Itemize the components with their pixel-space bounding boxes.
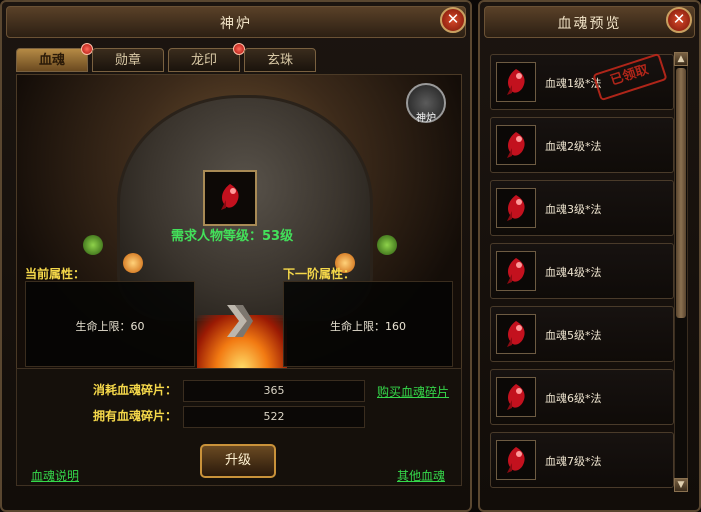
blood-soul-slot[interactable] [203, 170, 257, 226]
blood-soul-gem-icon [507, 384, 525, 410]
item-icon-slot [496, 188, 536, 228]
jade-ornament-icon [377, 235, 397, 255]
own-value: 522 [183, 406, 365, 428]
arrow-right-icon [227, 305, 253, 337]
list-item-label: 血魂3级*法 [545, 203, 602, 216]
list-item[interactable]: 血魂6级*法 [490, 369, 674, 425]
consume-label: 消耗血魂碎片： [93, 383, 178, 397]
scrollbar-thumb[interactable] [676, 68, 686, 318]
tab-blood-soul[interactable]: 血魂 [16, 43, 93, 72]
list-item[interactable]: 血魂2级*法 [490, 117, 674, 173]
list-item-label: 血魂5级*法 [545, 329, 602, 342]
list-item[interactable]: 血魂1级*法 已领取 [490, 52, 674, 110]
current-attr-heading: 当前属性： [25, 267, 86, 281]
preview-title: 血魂预览 [557, 16, 622, 32]
item-icon-slot [496, 251, 536, 291]
list-item[interactable]: 血魂4级*法 [490, 243, 674, 299]
furnace-title: 神炉 [220, 16, 252, 32]
consume-value: 365 [183, 380, 365, 402]
claimed-stamp: 已领取 [592, 52, 668, 102]
lantern-icon [123, 253, 143, 273]
list-item-label: 血魂7级*法 [545, 455, 602, 468]
blood-soul-gem-icon [507, 447, 525, 473]
item-icon-slot [496, 314, 536, 354]
tab-label: 龙印 [190, 53, 217, 68]
item-icon-slot [496, 377, 536, 417]
furnace-titlebar: 神炉 [6, 6, 466, 38]
blood-soul-gem-icon [507, 258, 525, 284]
list-item-label: 血魂2级*法 [545, 140, 602, 153]
list-item[interactable]: 血魂5级*法 [490, 306, 674, 362]
required-level-text: 需求人物等级：53级 [171, 229, 294, 244]
current-attr-box: 生命上限：60 [25, 281, 195, 367]
tab-label: 玄珠 [266, 53, 293, 68]
preview-list: 血魂1级*法 已领取 血魂2级*法 血魂3级*法 血魂4级*法 血魂5级*法 血… [490, 50, 674, 500]
next-attr-heading: 下一阶属性： [283, 267, 356, 281]
scroll-up-icon[interactable]: ▲ [674, 52, 688, 66]
item-icon-slot [496, 62, 536, 102]
blood-soul-gem-icon [507, 321, 525, 347]
tab-mystic-orb[interactable]: 玄珠 [244, 48, 316, 72]
list-item-label: 血魂6级*法 [545, 392, 602, 405]
list-item-label: 血魂4级*法 [545, 266, 602, 279]
furnace-stage: 神炉 需求人物等级：53级 当前属性： 下一阶属性： 生命上限：60 生命上限：… [16, 74, 462, 370]
close-icon[interactable]: ✕ [666, 7, 692, 33]
tab-label: 血魂 [38, 53, 65, 68]
list-item[interactable]: 血魂7级*法 [490, 432, 674, 488]
blood-soul-gem-icon [507, 195, 525, 221]
blood-soul-gem-icon [507, 69, 525, 95]
upgrade-button[interactable]: 升级 [200, 444, 276, 478]
furnace-panel: 神炉 ✕ 血魂 勋章 龙印 玄珠 神炉 需求人物等级：53级 当前属性： 下一阶… [0, 0, 472, 512]
list-item[interactable]: 血魂3级*法 [490, 180, 674, 236]
own-label: 拥有血魂碎片： [93, 409, 178, 423]
furnace-badge-label: 神炉 [416, 113, 436, 124]
preview-titlebar: 血魂预览 [484, 6, 695, 38]
jade-ornament-icon [83, 235, 103, 255]
other-blood-souls-link[interactable]: 其他血魂 [397, 467, 445, 484]
buy-fragments-link[interactable]: 购买血魂碎片 [377, 383, 449, 400]
blood-soul-gem-icon [507, 132, 525, 158]
item-icon-slot [496, 440, 536, 480]
tab-dragon-seal[interactable]: 龙印 [168, 43, 245, 72]
help-link[interactable]: 血魂说明 [31, 467, 79, 484]
current-attr-value: 生命上限：60 [75, 320, 145, 333]
tab-label: 勋章 [114, 53, 141, 68]
tab-medal[interactable]: 勋章 [92, 48, 164, 72]
item-icon-slot [496, 125, 536, 165]
blood-soul-gem-icon [221, 184, 239, 210]
preview-panel: 血魂预览 ✕ 血魂1级*法 已领取 血魂2级*法 血魂3级*法 血魂4级*法 血… [478, 0, 701, 512]
next-attr-box: 生命上限：160 [283, 281, 453, 367]
close-icon[interactable]: ✕ [440, 7, 466, 33]
scroll-down-icon[interactable]: ▼ [674, 478, 688, 492]
next-attr-value: 生命上限：160 [330, 320, 406, 333]
